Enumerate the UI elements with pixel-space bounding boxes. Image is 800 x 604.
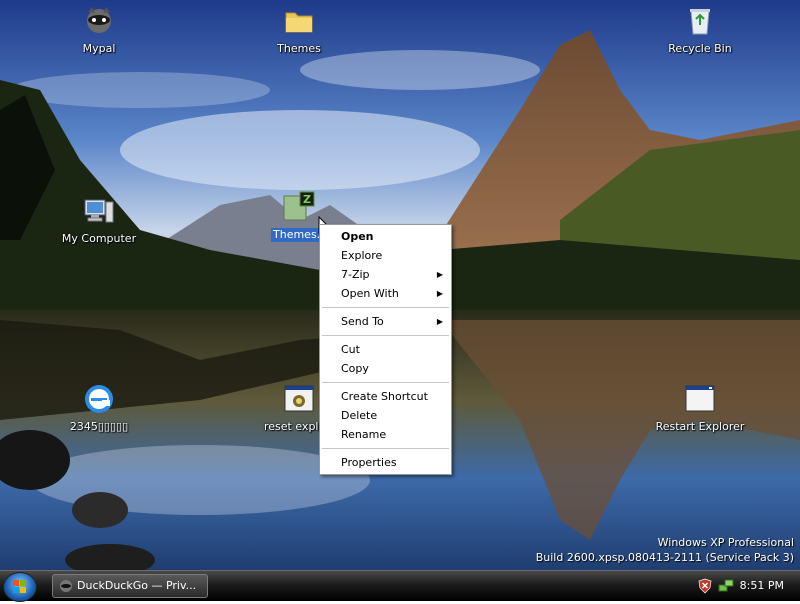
icon-label: Themes <box>277 42 321 55</box>
menu-item-delete[interactable]: Delete <box>320 406 451 425</box>
menu-item-copy[interactable]: Copy <box>320 359 451 378</box>
os-edition-text: Windows XP Professional <box>657 536 794 549</box>
menu-separator <box>322 335 449 336</box>
menu-item-send-to[interactable]: Send To ▶ <box>320 312 451 331</box>
os-version-watermark: Windows XP Professional Build 2600.xpsp.… <box>536 535 794 565</box>
network-icon[interactable] <box>718 578 734 594</box>
menu-separator <box>322 448 449 449</box>
restart-explorer-icon[interactable]: Restart Explorer <box>652 382 748 437</box>
menu-item-open-with[interactable]: Open With ▶ <box>320 284 451 303</box>
context-menu: Open Explore 7-Zip ▶ Open With ▶ Send To ▶ Cut Co… <box>319 224 452 475</box>
menu-item-create-shortcut[interactable]: Create Shortcut <box>320 387 451 406</box>
icon-label: Recycle Bin <box>668 42 732 55</box>
window-app-icon <box>683 382 717 416</box>
raccoon-icon <box>82 4 116 38</box>
taskbar-clock[interactable]: 8:51 PM <box>740 579 784 592</box>
submenu-arrow-icon: ▶ <box>436 317 443 326</box>
icon-label: 2345▯▯▯▯▯ <box>69 420 129 433</box>
menu-item-label: Send To <box>341 315 384 328</box>
taskbar-button-label: DuckDuckGo — Priv... <box>77 579 197 592</box>
batch-file-icon <box>282 382 316 416</box>
folder-icon <box>282 4 316 38</box>
mypal-icon[interactable]: Mypal <box>51 4 147 59</box>
start-button[interactable] <box>3 572 37 602</box>
my-computer-icon[interactable]: My Computer <box>51 194 147 249</box>
menu-item-label: Cut <box>341 343 360 356</box>
submenu-arrow-icon: ▶ <box>436 289 443 298</box>
menu-item-label: Properties <box>341 456 397 469</box>
menu-item-label: Create Shortcut <box>341 390 428 403</box>
icon-label: Restart Explorer <box>655 420 745 433</box>
recycle-bin-glyph-icon <box>683 4 717 38</box>
menu-item-label: Rename <box>341 428 387 441</box>
security-alert-icon[interactable] <box>698 578 712 594</box>
menu-item-label: 7-Zip <box>341 268 370 281</box>
recycle-bin-icon[interactable]: Recycle Bin <box>652 4 748 59</box>
menu-item-label: Open <box>341 230 374 243</box>
themes-folder-icon[interactable]: Themes <box>251 4 347 59</box>
menu-item-properties[interactable]: Properties <box>320 453 451 472</box>
menu-item-label: Copy <box>341 362 369 375</box>
menu-item-label: Delete <box>341 409 378 422</box>
menu-item-explore[interactable]: Explore <box>320 246 451 265</box>
windows-logo-icon <box>13 580 26 593</box>
ie-browser-icon <box>82 382 116 416</box>
menu-item-cut[interactable]: Cut <box>320 340 451 359</box>
taskbar-button-duckduckgo[interactable]: DuckDuckGo — Priv... <box>52 574 208 598</box>
system-tray: 8:51 PM <box>690 571 800 601</box>
menu-item-7-zip[interactable]: 7-Zip ▶ <box>320 265 451 284</box>
os-build-text: Build 2600.xpsp.080413-2111 (Service Pac… <box>535 551 794 564</box>
archive-icon: Z <box>282 190 316 224</box>
menu-item-open[interactable]: Open <box>320 227 451 246</box>
icon-label: My Computer <box>61 232 137 245</box>
icon-label: Mypal <box>82 42 116 55</box>
browser-2345-icon[interactable]: 2345▯▯▯▯▯ <box>51 382 147 437</box>
menu-separator <box>322 307 449 308</box>
menu-item-label: Explore <box>341 249 383 262</box>
desktop[interactable]: Mypal Themes Recycle Bin My Computer Z T… <box>0 0 800 570</box>
menu-item-label: Open With <box>341 287 399 300</box>
raccoon-icon <box>60 580 72 592</box>
computer-icon <box>82 194 116 228</box>
menu-separator <box>322 382 449 383</box>
taskbar: DuckDuckGo — Priv... 8:51 PM <box>0 570 800 602</box>
submenu-arrow-icon: ▶ <box>436 270 443 279</box>
menu-item-rename[interactable]: Rename <box>320 425 451 444</box>
svg-text:Z: Z <box>303 193 311 206</box>
